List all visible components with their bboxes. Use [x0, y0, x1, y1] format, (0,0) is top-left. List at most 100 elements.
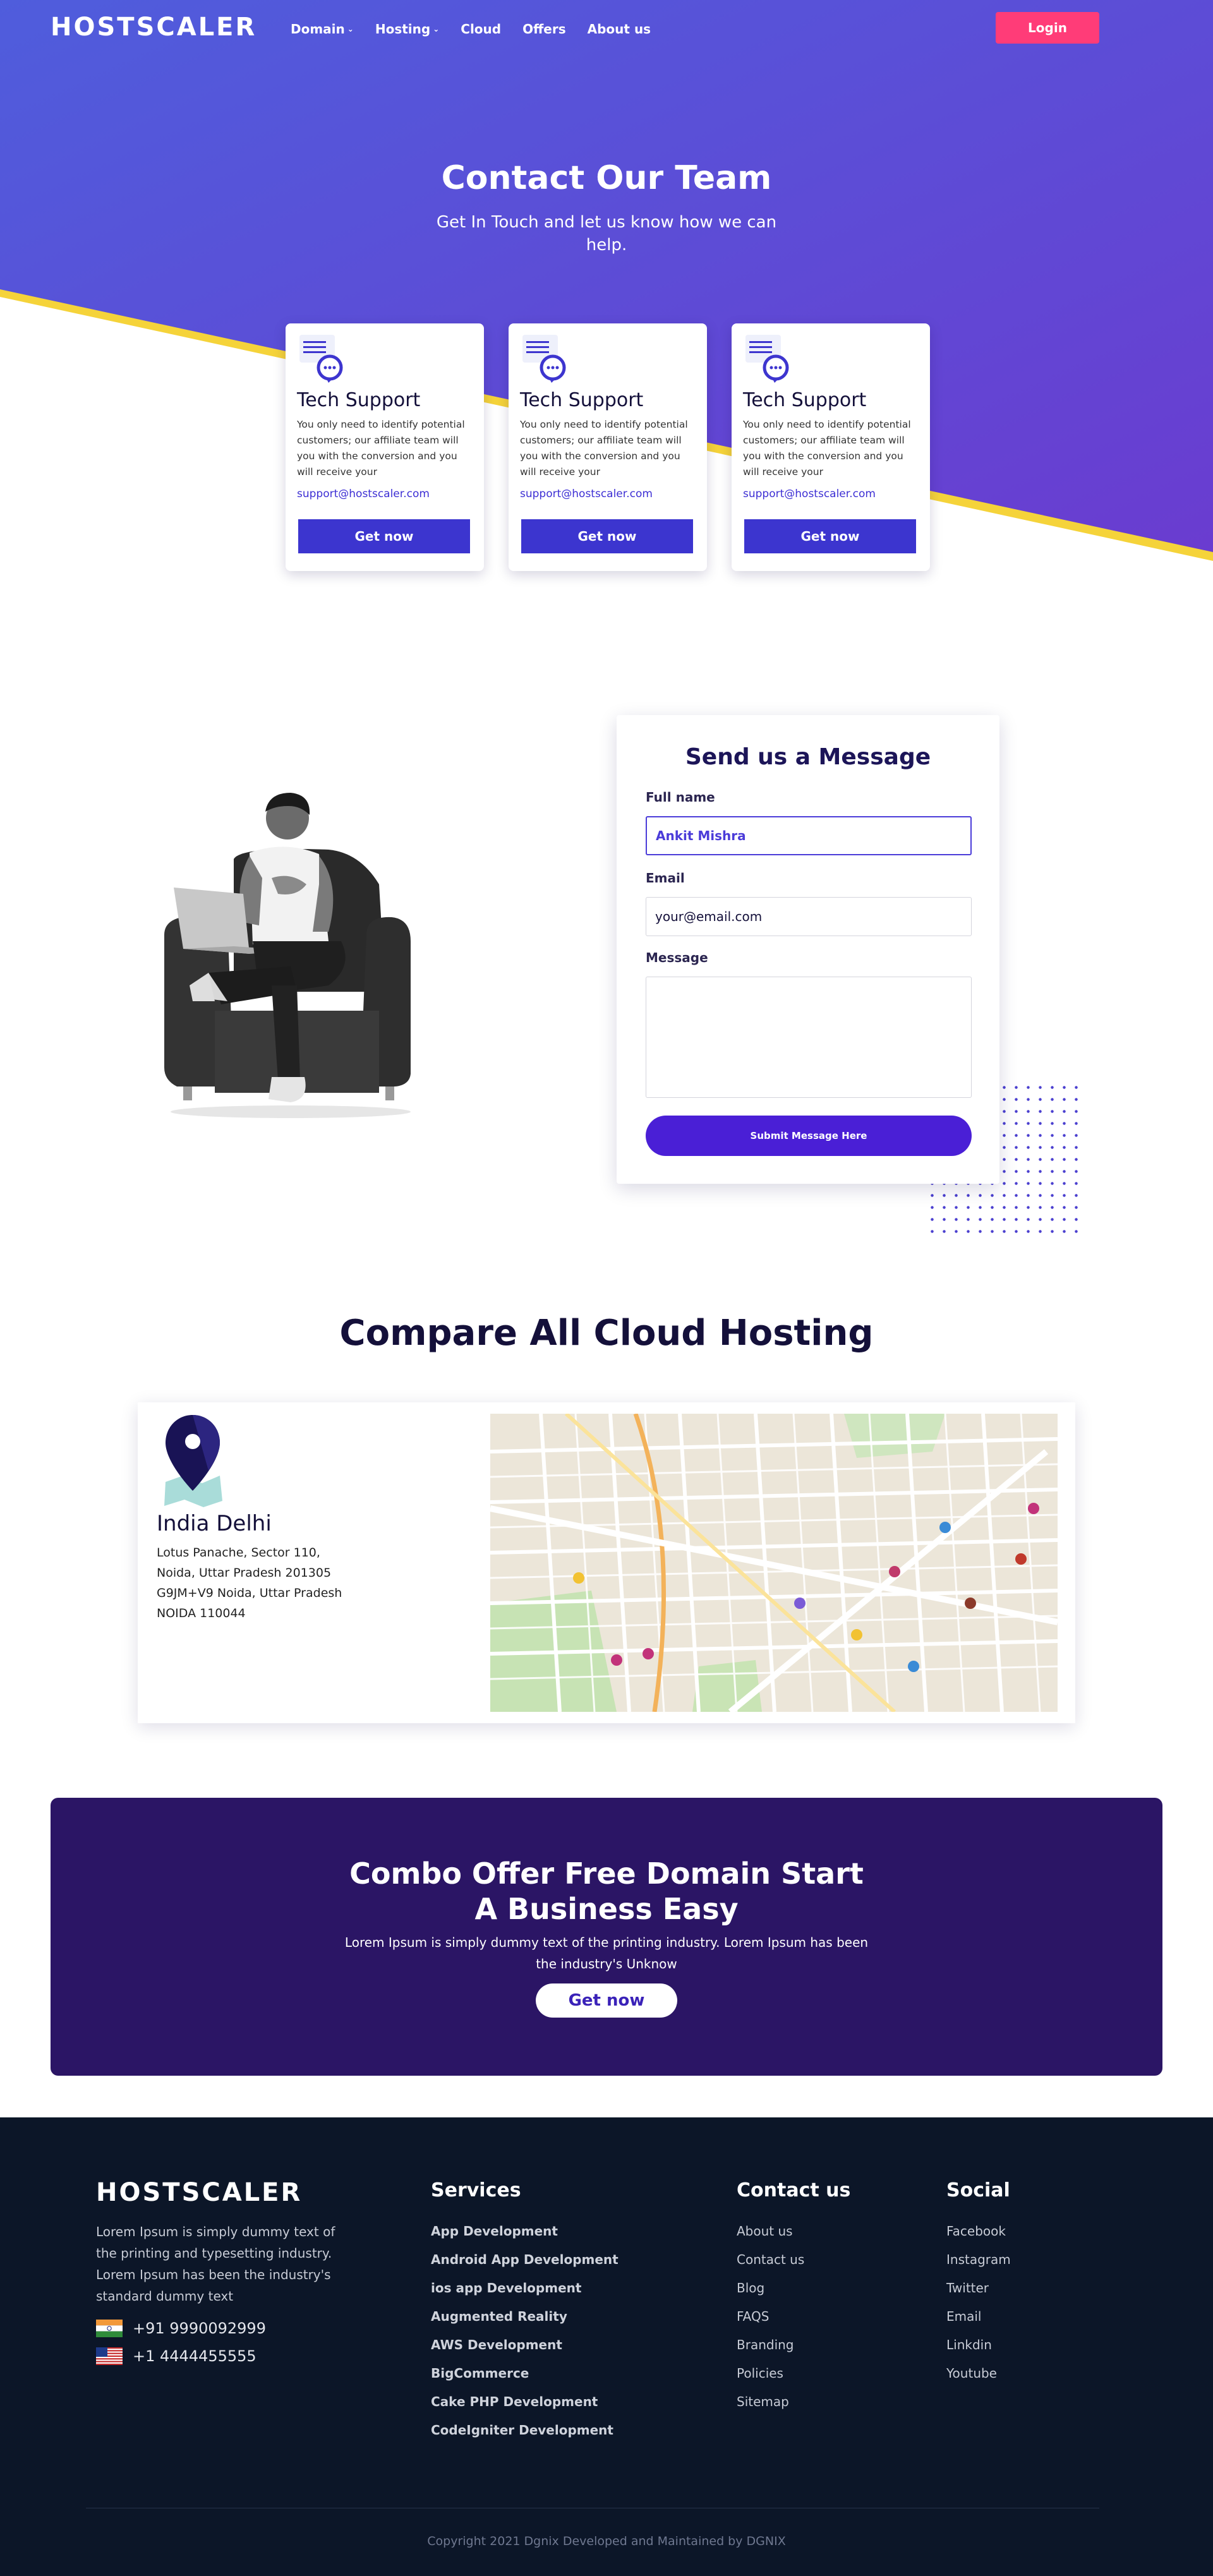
message-field[interactable] — [646, 977, 972, 1098]
site-logo[interactable]: HOSTSCALER — [51, 13, 256, 42]
page-title: Contact Our Team — [441, 159, 772, 197]
support-card: Tech Support You only need to identify p… — [286, 323, 484, 571]
footer-link[interactable]: About us — [737, 2217, 804, 2246]
location-map[interactable] — [490, 1414, 1058, 1712]
email-field[interactable] — [646, 897, 972, 936]
footer-link[interactable]: BigCommerce — [431, 2359, 619, 2388]
footer-link[interactable]: Instagram — [946, 2246, 1011, 2274]
phone-usa[interactable]: +1 4444455555 — [96, 2347, 256, 2365]
footer-about: Lorem Ipsum is simply dummy text of the … — [96, 2224, 335, 2304]
address-line: Lotus Panache, Sector 110, — [157, 1546, 320, 1560]
person-on-armchair-image — [164, 793, 411, 1118]
get-now-button[interactable]: Get now — [744, 519, 916, 553]
login-button[interactable]: Login — [996, 12, 1099, 44]
footer-link[interactable]: Linkdin — [946, 2331, 1011, 2359]
email-label: Email — [646, 870, 685, 886]
footer-link[interactable]: FAQS — [737, 2302, 804, 2331]
footer-link[interactable]: Blog — [737, 2274, 804, 2302]
location-address: Lotus Panache, Sector 110, Noida, Uttar … — [157, 1543, 409, 1623]
footer-link[interactable]: Facebook — [946, 2217, 1011, 2246]
usa-flag-icon — [96, 2347, 123, 2365]
footer-link[interactable]: App Development — [431, 2217, 619, 2246]
nav-offers[interactable]: Offers — [522, 21, 566, 37]
combo-title-line1: Combo Offer Free Domain Start — [349, 1857, 864, 1891]
footer-link[interactable]: Youtube — [946, 2359, 1011, 2388]
nav-domain-label: Domain — [291, 21, 345, 37]
chat-icon — [522, 335, 566, 383]
chevron-down-icon: ⌄ — [347, 25, 354, 33]
nav-offers-label: Offers — [522, 21, 566, 37]
nav-hosting[interactable]: Hosting ⌄ — [375, 21, 439, 37]
submit-message-button[interactable]: Submit Message Here — [646, 1116, 972, 1156]
combo-offer-banner: Combo Offer Free Domain Start A Business… — [51, 1798, 1162, 2076]
card-text: You only need to identify potential cust… — [743, 419, 911, 478]
card-email-link[interactable]: support@hostscaler.com — [297, 488, 430, 500]
footer-link[interactable]: Twitter — [946, 2274, 1011, 2302]
address-line: G9JM+V9 Noida, Uttar Pradesh — [157, 1586, 342, 1600]
footer-link[interactable]: CodeIgniter Development — [431, 2416, 619, 2445]
social-title: Social — [946, 2179, 1010, 2201]
footer-logo[interactable]: HOSTSCALER — [96, 2178, 302, 2207]
card-title: Tech Support — [743, 389, 867, 411]
services-list: App Development Android App Development … — [431, 2217, 619, 2445]
main-nav: Domain ⌄ Hosting ⌄ Cloud Offers About us — [291, 21, 672, 37]
contact-form: Send us a Message Full name Email Messag… — [617, 715, 999, 1184]
form-title: Send us a Message — [685, 744, 931, 770]
location-pin-icon — [164, 1415, 222, 1507]
footer-link[interactable]: Policies — [737, 2359, 804, 2388]
address-line: NOIDA 110044 — [157, 1606, 246, 1620]
nav-about-label: About us — [587, 21, 651, 37]
top-navbar: HOSTSCALER Domain ⌄ Hosting ⌄ Cloud Offers… — [0, 0, 1213, 58]
compare-title: Compare All Cloud Hosting — [339, 1313, 874, 1354]
get-now-button[interactable]: Get now — [521, 519, 693, 553]
support-card: Tech Support You only need to identify p… — [732, 323, 930, 571]
nav-domain[interactable]: Domain ⌄ — [291, 21, 354, 37]
contact-page: HOSTSCALER Domain ⌄ Hosting ⌄ Cloud Offers… — [0, 0, 1213, 2576]
phone-number: +1 4444455555 — [133, 2347, 256, 2365]
phone-number: +91 9990092999 — [133, 2320, 266, 2337]
chevron-down-icon: ⌄ — [433, 25, 440, 33]
india-flag-icon — [96, 2320, 123, 2337]
address-line: Noida, Uttar Pradesh 201305 — [157, 1566, 332, 1580]
footer-link[interactable]: Branding — [737, 2331, 804, 2359]
site-footer: HOSTSCALER Lorem Ipsum is simply dummy t… — [0, 2117, 1213, 2576]
card-text: You only need to identify potential cust… — [297, 419, 465, 478]
footer-link[interactable]: AWS Development — [431, 2331, 619, 2359]
combo-title: Combo Offer Free Domain Start A Business… — [51, 1856, 1162, 1927]
footer-link[interactable]: Contact us — [737, 2246, 804, 2274]
nav-hosting-label: Hosting — [375, 21, 431, 37]
location-title: India Delhi — [157, 1511, 272, 1536]
phone-india[interactable]: +91 9990092999 — [96, 2320, 266, 2337]
footer-link[interactable]: ios app Development — [431, 2274, 619, 2302]
nav-cloud[interactable]: Cloud — [461, 21, 501, 37]
chat-icon — [745, 335, 789, 383]
nav-cloud-label: Cloud — [461, 21, 502, 37]
combo-text: Lorem Ipsum is simply dummy text of the … — [344, 1935, 869, 1971]
get-now-button[interactable]: Get now — [298, 519, 470, 553]
card-title: Tech Support — [297, 389, 421, 411]
combo-title-line2: A Business Easy — [474, 1892, 739, 1926]
card-email-link[interactable]: support@hostscaler.com — [520, 488, 653, 500]
footer-link[interactable]: Cake PHP Development — [431, 2388, 619, 2416]
hero-subtitle: Get In Touch and let us know how we can … — [436, 213, 777, 255]
nav-about[interactable]: About us — [588, 21, 651, 37]
card-text: You only need to identify potential cust… — [520, 419, 688, 478]
chat-icon — [299, 335, 343, 383]
social-list: Facebook Instagram Twitter Email Linkdin… — [946, 2217, 1011, 2388]
card-email-link[interactable]: support@hostscaler.com — [743, 488, 876, 500]
card-title: Tech Support — [520, 389, 644, 411]
contact-list: About us Contact us Blog FAQS Branding P… — [737, 2217, 804, 2416]
message-label: Message — [646, 950, 708, 965]
services-title: Services — [431, 2179, 521, 2201]
footer-link[interactable]: Email — [946, 2302, 1011, 2331]
combo-get-now-button[interactable]: Get now — [536, 1983, 677, 2018]
copyright-text: Copyright 2021 Dgnix Developed and Maint… — [427, 2534, 786, 2548]
footer-link[interactable]: Augmented Reality — [431, 2302, 619, 2331]
support-card: Tech Support You only need to identify p… — [509, 323, 707, 571]
fullname-label: Full name — [646, 790, 715, 805]
footer-link[interactable]: Android App Development — [431, 2246, 619, 2274]
footer-link[interactable]: Sitemap — [737, 2388, 804, 2416]
location-card: India Delhi Lotus Panache, Sector 110, N… — [138, 1402, 1075, 1723]
contact-title: Contact us — [737, 2179, 851, 2201]
fullname-field[interactable] — [646, 816, 972, 855]
